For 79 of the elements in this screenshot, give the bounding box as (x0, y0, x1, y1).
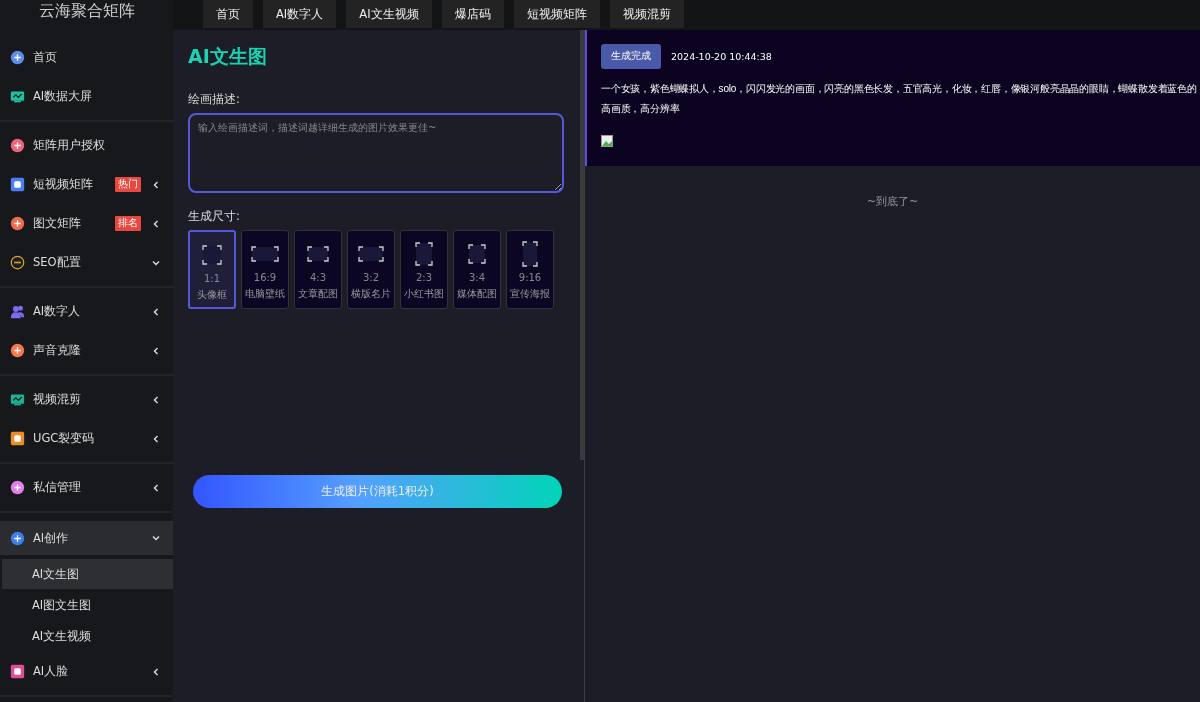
size-label: 宣传海报 (510, 287, 550, 301)
sidebar-item[interactable]: 声音克隆 (0, 331, 173, 370)
prompt-text: 一个女孩，紫色蝴蝶拟人，solo，闪闪发光的画面，闪亮的黑色长发，五官高光，化妆，红唇，像银河般亮晶晶的眼睛，蝴蝶散发着蓝色的 (601, 82, 1198, 96)
ratio-text: 3:2 (362, 272, 380, 283)
sidebar-label: 短视频矩阵 (33, 177, 94, 192)
sidebar-label: SEO配置 (33, 255, 82, 270)
size-option[interactable]: 3:2 横版名片 (347, 230, 395, 309)
menu-badge: 热门 (115, 177, 141, 192)
frame-icon (414, 241, 434, 267)
nav-tab[interactable]: 爆店码 (441, 0, 504, 28)
field-label: 生成尺寸: (188, 209, 241, 224)
size-option[interactable]: 9:16 宣传海报 (506, 230, 554, 309)
end-note: ~到底了~ (865, 194, 920, 209)
description-field[interactable]: 输入绘画描述词，描述词越详细生成的图片效果更佳~ (188, 113, 564, 193)
sidebar-label: 矩阵用户授权 (33, 138, 106, 153)
submenu-item[interactable]: AI图文生图 (2, 590, 173, 620)
submenu-item[interactable]: AI文生图 (2, 559, 173, 589)
sidebar-label: 私信管理 (33, 480, 82, 495)
page-title: AI文生图 (188, 44, 268, 69)
sidebar-item[interactable]: 短视频矩阵 热门 (0, 165, 173, 204)
sidebar-item[interactable]: 矩阵用户授权 (0, 126, 173, 165)
sidebar-label: 图文矩阵 (33, 216, 82, 231)
sidebar-label: 视频混剪 (33, 392, 82, 407)
sidebar-label: AI人脸 (33, 664, 70, 679)
nav-tab[interactable]: AI数字人 (263, 0, 337, 28)
size-option[interactable]: 16:9 电脑壁纸 (241, 230, 289, 309)
sidebar-item[interactable]: AI创作 (0, 521, 173, 555)
sidebar-label: 声音克隆 (33, 343, 82, 358)
size-label: 媒体配图 (457, 287, 497, 301)
app-title: 云海聚合矩阵 (37, 0, 136, 22)
size-option[interactable]: 1:1 头像框 (188, 230, 236, 309)
submenu-item[interactable]: AI文生视频 (2, 621, 173, 651)
sidebar-label: UGC裂变码 (33, 431, 96, 446)
monitor-icon (10, 89, 25, 104)
size-label: 横版名片 (351, 287, 391, 301)
broken-image-icon (601, 135, 613, 147)
sidebar-label: AI创作 (33, 530, 70, 546)
frame-icon (250, 245, 280, 263)
scrollbar[interactable] (580, 30, 584, 460)
nav-tab[interactable]: 视频混剪 (609, 0, 684, 28)
nav-tab[interactable]: 短视频矩阵 (513, 0, 600, 28)
ratio-text: 3:4 (468, 272, 486, 283)
sidebar-item[interactable]: 私信管理 (0, 468, 173, 507)
sidebar-item[interactable]: AI数字人 (0, 292, 173, 331)
ratio-text: 4:3 (309, 272, 327, 283)
frame-icon (357, 245, 385, 263)
size-option[interactable]: 3:4 媒体配图 (453, 230, 501, 309)
sidebar-item[interactable]: UGC裂变码 (0, 419, 173, 458)
ratio-text: 16:9 (253, 272, 277, 283)
nav-tab[interactable]: AI文生视频 (346, 0, 432, 28)
nav-tab[interactable]: 首页 (203, 0, 253, 28)
sidebar-label: AI数据大屏 (33, 89, 94, 104)
ratio-text: 1:1 (203, 273, 221, 284)
size-label: 小红书图 (404, 287, 444, 301)
frame-icon (521, 240, 539, 268)
size-option[interactable]: 4:3 文章配图 (294, 230, 342, 309)
frame-icon (306, 245, 330, 263)
frame-icon (467, 243, 487, 265)
users-icon (10, 304, 25, 319)
size-option[interactable]: 2:3 小红书图 (400, 230, 448, 309)
size-label: 头像框 (197, 288, 227, 302)
sidebar-item[interactable]: AI人脸 (0, 652, 173, 691)
size-label: 电脑壁纸 (245, 287, 285, 301)
field-label: 绘画描述: (188, 92, 241, 107)
ratio-text: 2:3 (415, 272, 433, 283)
prompt-text: 高画质，高分辨率 (601, 102, 681, 116)
sidebar-item[interactable]: SEO配置 (0, 243, 173, 282)
sidebar-item[interactable]: 首页 (0, 38, 173, 77)
timestamp: 2024-10-20 10:44:38 (671, 51, 772, 62)
ratio-text: 9:16 (518, 272, 542, 283)
size-label: 文章配图 (298, 287, 338, 301)
sidebar-item[interactable]: 图文矩阵 排名 (0, 204, 173, 243)
sidebar-item[interactable]: AI数据大屏 (0, 77, 173, 116)
status-badge: 生成完成 (601, 44, 661, 69)
frame-icon (201, 244, 223, 266)
sidebar-label: AI数字人 (33, 304, 82, 319)
sidebar-label: 首页 (33, 50, 58, 65)
sidebar-item[interactable]: 视频混剪 (0, 380, 173, 419)
menu-badge: 排名 (115, 216, 141, 231)
